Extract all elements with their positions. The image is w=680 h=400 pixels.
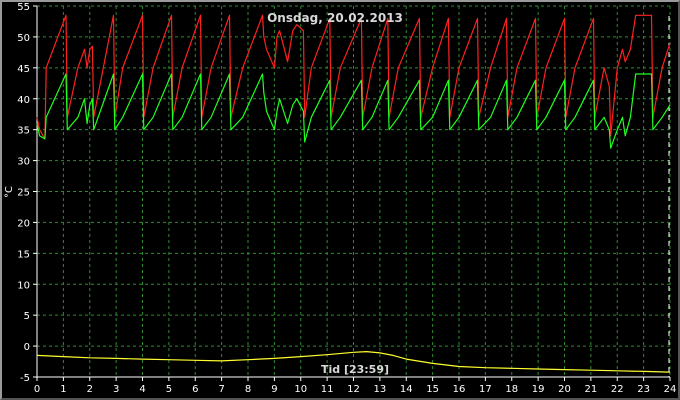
x-tick-label: 15: [426, 384, 439, 395]
x-tick-label: 22: [611, 384, 624, 395]
x-tick-label: 19: [532, 384, 545, 395]
plot-axes: [33, 5, 671, 381]
y-tick-label: 50: [17, 33, 30, 44]
x-tick-label: 8: [245, 384, 251, 395]
chart-title: Onsdag, 20.02.2013: [267, 11, 403, 25]
y-tick-label: 20: [17, 218, 30, 229]
y-axis-label: °C: [4, 186, 15, 198]
grid-lines: [37, 5, 671, 377]
y-tick-label: 15: [17, 249, 30, 260]
x-tick-label: 11: [321, 384, 334, 395]
y-tick-label: 5: [24, 311, 30, 322]
x-tick-label: 3: [113, 384, 119, 395]
x-tick-label: 16: [453, 384, 466, 395]
x-tick-label: 13: [374, 384, 387, 395]
x-tick-label: 4: [139, 384, 145, 395]
y-tick-label: -5: [20, 373, 30, 384]
x-tick-label: 7: [218, 384, 224, 395]
x-tick-label: 20: [558, 384, 571, 395]
x-tick-label: 14: [400, 384, 413, 395]
x-tick-label: 2: [87, 384, 93, 395]
x-tick-label: 23: [637, 384, 650, 395]
y-tick-label: 40: [17, 95, 30, 106]
y-tick-label: 25: [17, 188, 30, 199]
x-tick-label: 12: [347, 384, 360, 395]
x-tick-label: 9: [271, 384, 277, 395]
x-tick-label: 18: [505, 384, 518, 395]
x-tick-label: 0: [34, 384, 40, 395]
x-tick-label: 5: [166, 384, 172, 395]
temperature-chart: -505101520253035404550550 1 2 3 4 5 6 7 8 9 10 11 12…: [4, 2, 677, 395]
x-tick-label: 17: [479, 384, 492, 395]
x-tick-label: 10: [294, 384, 307, 395]
y-tick-label: 45: [17, 64, 30, 75]
y-tick-label: 10: [17, 280, 30, 291]
x-tick-label: 6: [192, 384, 198, 395]
x-tick-label: 21: [585, 384, 598, 395]
x-tick-label: 24: [664, 384, 677, 395]
y-tick-label: 30: [17, 157, 30, 168]
y-tick-label: 55: [17, 2, 30, 13]
x-axis-label: Tid [23:59]: [321, 363, 389, 376]
y-tick-label: 0: [24, 342, 30, 353]
x-tick-label: 1: [60, 384, 66, 395]
y-tick-label: 35: [17, 126, 30, 137]
